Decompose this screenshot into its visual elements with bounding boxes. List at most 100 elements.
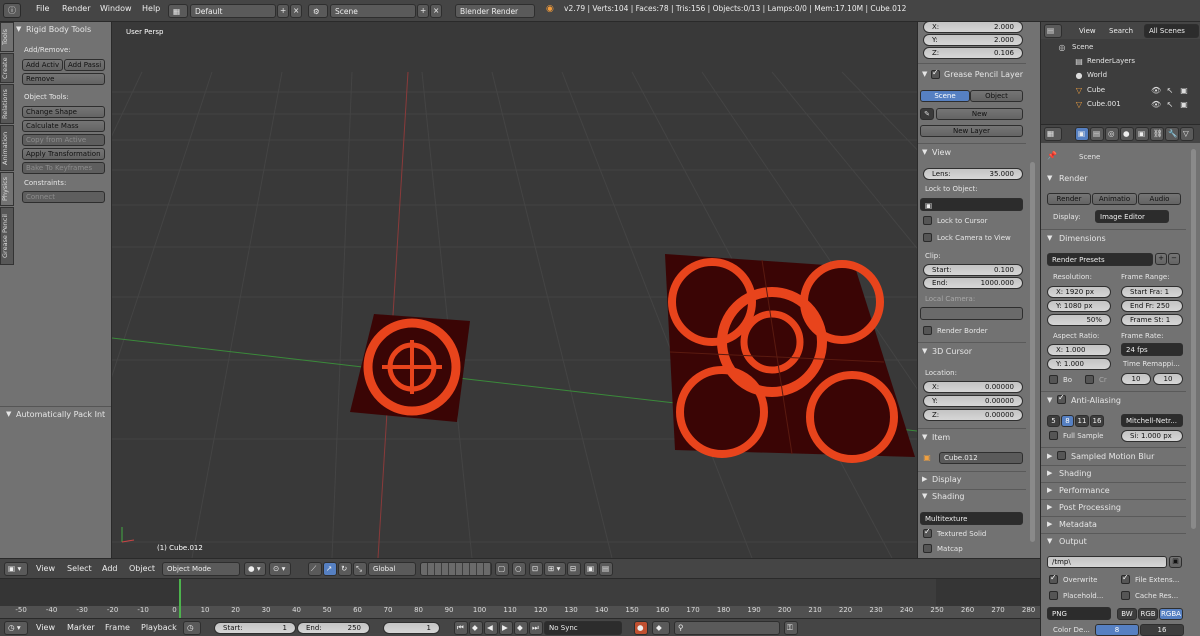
timeline-marker-menu[interactable]: Marker (67, 623, 95, 632)
tab-physics[interactable]: Physics (0, 172, 14, 206)
cache-result-checkbox[interactable] (1121, 591, 1130, 600)
clip-end-field[interactable]: End: 1000.000 (923, 277, 1023, 289)
scene-icon[interactable]: ⚙ (308, 4, 328, 18)
change-shape-button[interactable]: Change Shape (22, 106, 105, 118)
lock-to-cursor-checkbox[interactable] (923, 216, 932, 225)
performance-header[interactable]: Performance (1059, 486, 1110, 495)
output-collapse-icon[interactable]: ▼ (1047, 537, 1052, 545)
visibility-eye-icon[interactable]: 👁 (1151, 85, 1161, 97)
timeline-view-menu[interactable]: View (36, 623, 55, 632)
properties-editor-icon[interactable]: ▦ (1044, 127, 1062, 141)
depth-16-button[interactable]: 16 (1140, 624, 1184, 636)
shading-solid-dropdown[interactable]: ● ▾ (244, 562, 266, 576)
dimensions-collapse-icon[interactable]: ▼ (1047, 234, 1052, 242)
shading-panel-header[interactable]: Shading (1059, 469, 1092, 478)
item-collapse-icon[interactable]: ▼ (922, 433, 927, 441)
metadata-collapse-icon[interactable]: ▶ (1047, 520, 1052, 528)
outliner-renderlayers-item[interactable]: RenderLayers (1087, 57, 1135, 65)
play-reverse-button[interactable]: ◀ (484, 621, 498, 635)
item-header[interactable]: Item (932, 433, 950, 442)
outliner-view-menu[interactable]: View (1079, 27, 1096, 35)
render-button[interactable]: Render (1047, 193, 1091, 205)
outliner-search-menu[interactable]: Search (1109, 27, 1133, 35)
pin-icon[interactable]: 📌 (1047, 150, 1057, 162)
outliner-cube-item[interactable]: Cube (1087, 86, 1105, 94)
color-rgb-button[interactable]: RGB (1138, 608, 1158, 620)
dimensions-header[interactable]: Dimensions (1059, 234, 1106, 243)
color-bw-button[interactable]: BW (1117, 608, 1137, 620)
pivot-dropdown[interactable]: ⊙ ▾ (269, 562, 291, 576)
filter-size-field[interactable]: Si: 1.000 px (1121, 430, 1183, 442)
remove-preset-button[interactable]: − (1168, 253, 1180, 265)
resolution-x-field[interactable]: X: 1920 px (1047, 286, 1111, 298)
shading-header[interactable]: Shading (932, 492, 965, 501)
menu-window[interactable]: Window (100, 4, 132, 13)
crop-checkbox[interactable] (1085, 375, 1094, 384)
lock-camera-checkbox[interactable] (923, 233, 932, 242)
info-editor-icon[interactable]: ⓘ (3, 3, 21, 18)
viewport-editor-icon[interactable]: ▣ ▾ (4, 562, 28, 576)
border-checkbox[interactable] (1049, 375, 1058, 384)
display-header[interactable]: Display (932, 475, 962, 484)
textured-solid-checkbox[interactable] (923, 527, 932, 538)
item-name-field[interactable]: Cube.012 (939, 452, 1023, 464)
render-engine-selector[interactable]: Blender Render (455, 4, 535, 18)
cursor-z-field[interactable]: Z: 0.00000 (923, 409, 1023, 421)
auto-keying-button[interactable]: ● (634, 621, 648, 635)
timeline-playback-menu[interactable]: Playback (141, 623, 177, 632)
keyingset-field[interactable]: ⚲ (674, 621, 780, 635)
proportional-edit-icon[interactable]: ○ (512, 562, 526, 576)
remap-new-field[interactable]: 10 (1153, 373, 1183, 385)
frame-step-field[interactable]: Frame St: 1 (1121, 314, 1183, 326)
tab-create[interactable]: Create (0, 53, 14, 83)
opengl-render-anim-icon[interactable]: ▤ (599, 562, 613, 576)
layers-context-tab[interactable]: ▤ (1090, 127, 1104, 141)
gp-new-button[interactable]: New (936, 108, 1023, 120)
frame-rate-dropdown[interactable]: 24 fps (1121, 343, 1183, 356)
metadata-header[interactable]: Metadata (1059, 520, 1097, 529)
tab-grease-pencil[interactable]: Grease Pencil (0, 207, 14, 265)
lens-field[interactable]: Lens: 35.000 (923, 168, 1023, 180)
sync-mode-dropdown[interactable]: No Sync (544, 621, 622, 635)
overwrite-checkbox[interactable] (1049, 573, 1058, 584)
tab-tools[interactable]: Tools (0, 22, 14, 52)
output-folder-button[interactable]: ▣ (1169, 556, 1182, 568)
local-camera-field[interactable] (920, 307, 1023, 320)
frame-end-field[interactable]: End Fr: 250 (1121, 300, 1183, 312)
select-cursor-icon[interactable]: ↖ (1165, 85, 1175, 97)
constraints-context-tab[interactable]: ⛓ (1150, 127, 1164, 141)
gp-object-button[interactable]: Object (970, 90, 1023, 102)
dimension-y-field[interactable]: Y: 2.000 (923, 34, 1023, 46)
display-dropdown[interactable]: Image Editor (1095, 210, 1169, 223)
all-scenes-dropdown[interactable]: All Scenes (1144, 24, 1199, 38)
visibility-eye-icon[interactable]: 👁 (1151, 99, 1161, 111)
layers-grid[interactable] (420, 562, 492, 576)
shading-mode-dropdown[interactable]: Multitexture (920, 512, 1023, 525)
object-context-tab[interactable]: ▣ (1135, 127, 1149, 141)
end-frame-field[interactable]: End: 250 (297, 622, 370, 634)
bake-to-keyframes-button[interactable]: Bake To Keyframes (22, 162, 105, 174)
jump-end-button[interactable]: ⏭ (529, 621, 543, 635)
render-presets-dropdown[interactable]: Render Presets (1047, 253, 1153, 266)
viewport-add-menu[interactable]: Add (102, 564, 118, 573)
file-format-dropdown[interactable]: PNG (1047, 607, 1111, 620)
connect-button[interactable]: Connect (22, 191, 105, 203)
audio-button[interactable]: Audio (1138, 193, 1181, 205)
menu-help[interactable]: Help (142, 4, 160, 13)
panel-collapse-icon[interactable]: ▼ (16, 25, 21, 33)
snap-toggle-icon[interactable]: ⊡ (529, 562, 543, 576)
n-panel-scrollbar[interactable] (1030, 162, 1035, 542)
depth-8-button[interactable]: 8 (1095, 624, 1139, 636)
tab-relations[interactable]: Relations (0, 84, 14, 124)
orientation-dropdown[interactable]: Global (368, 562, 416, 576)
outliner-editor-icon[interactable]: ▤ (1044, 24, 1062, 38)
display-collapse-icon[interactable]: ▶ (922, 475, 927, 483)
operator-panel-title[interactable]: Automatically Pack Int (16, 410, 105, 419)
3d-cursor-header[interactable]: 3D Cursor (932, 347, 972, 356)
insert-keyframe-icon[interactable]: ⚿ (784, 621, 798, 635)
preview-range-toggle[interactable]: ◷ (183, 621, 201, 635)
layout-remove-button[interactable]: × (290, 4, 302, 18)
timeline-frame-menu[interactable]: Frame (105, 623, 130, 632)
outliner-cube001-item[interactable]: Cube.001 (1087, 100, 1121, 108)
3d-viewport[interactable]: User Persp (1) Cube.012 (112, 22, 917, 558)
